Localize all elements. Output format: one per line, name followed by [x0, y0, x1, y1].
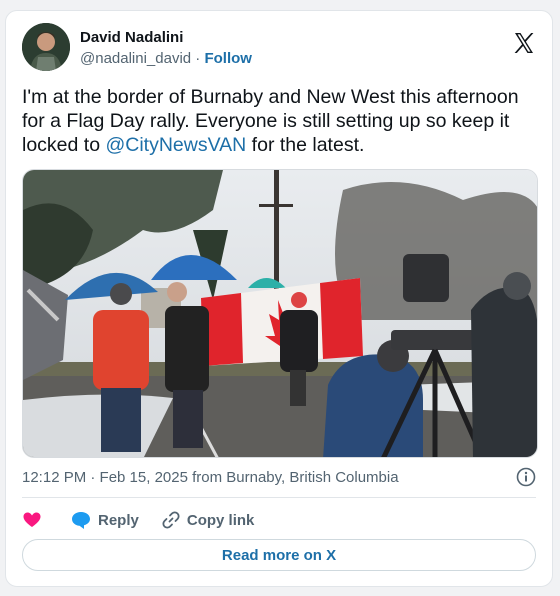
post-header: David Nadalini @nadalini_david · Follow	[22, 23, 536, 73]
post-photo[interactable]	[22, 169, 538, 458]
embedded-post-card: David Nadalini @nadalini_david · Follow …	[5, 10, 553, 587]
reply-button[interactable]: Reply	[70, 510, 139, 530]
avatar[interactable]	[22, 23, 70, 71]
author-handle[interactable]: @nadalini_david	[80, 50, 191, 67]
reply-label: Reply	[98, 511, 139, 529]
x-logo-icon[interactable]	[512, 31, 536, 55]
mention-link[interactable]: @CityNewsVAN	[105, 134, 246, 156]
like-button[interactable]	[22, 510, 48, 530]
heart-icon	[23, 512, 41, 527]
copy-link-button[interactable]: Copy link	[161, 510, 255, 530]
link-icon	[162, 511, 180, 529]
post-actions: Reply Copy link	[22, 507, 276, 533]
author-name[interactable]: David Nadalini	[80, 29, 183, 46]
divider	[22, 497, 536, 498]
post-text-tail: for the latest.	[246, 134, 365, 156]
post-text: I'm at the border of Burnaby and New Wes…	[22, 85, 538, 157]
reply-icon	[72, 512, 90, 529]
post-timestamp[interactable]: 12:12 PM · Feb 15, 2025 from Burnaby, Br…	[22, 469, 399, 486]
info-icon[interactable]	[516, 467, 536, 487]
read-more-button[interactable]: Read more on X	[22, 539, 536, 571]
copy-link-label: Copy link	[186, 511, 255, 529]
separator-dot: ·	[191, 50, 205, 67]
follow-button[interactable]: Follow	[204, 50, 252, 67]
author-handle-line: @nadalini_david · Follow	[80, 50, 252, 67]
